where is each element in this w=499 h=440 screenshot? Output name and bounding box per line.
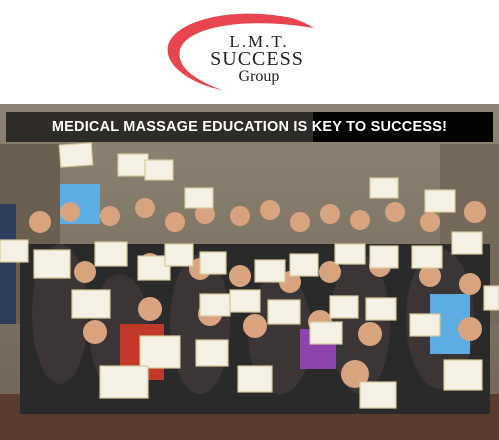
group-photo-image xyxy=(0,104,499,440)
logo-line-3: Group xyxy=(238,68,280,85)
banner-text: MEDICAL MASSAGE EDUCATION IS KEY TO SUCC… xyxy=(51,119,448,135)
headline-banner: MEDICAL MASSAGE EDUCATION IS KEY TO SUCC… xyxy=(0,112,499,142)
group-photo xyxy=(0,104,499,440)
lmt-success-group-logo: L.M.T. SUCCESS Group xyxy=(164,10,334,92)
